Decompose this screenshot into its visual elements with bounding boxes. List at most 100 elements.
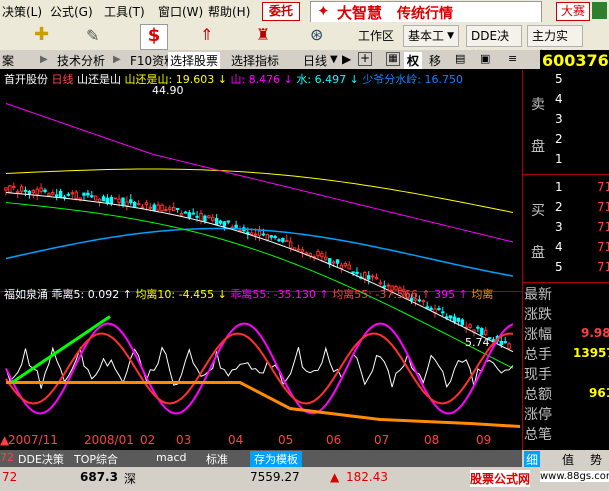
- ruler-icon[interactable]: ✎: [86, 26, 99, 45]
- tab-value[interactable]: 值: [562, 451, 574, 468]
- trust-button[interactable]: 委托: [262, 2, 300, 21]
- x-tick: 04: [228, 433, 243, 447]
- candle-body: [59, 191, 61, 197]
- tab-pick-indicator[interactable]: 选择指标: [231, 52, 279, 69]
- up-arrow-icon: ↑: [123, 288, 132, 301]
- candle-body: [102, 197, 104, 201]
- tab-trend[interactable]: 势: [590, 451, 602, 468]
- candle-body: [141, 207, 143, 208]
- tab-tech-analysis[interactable]: 技术分析: [57, 52, 105, 69]
- contest-button[interactable]: 大赛: [556, 2, 590, 21]
- shui-value: 6.497: [315, 73, 347, 86]
- candle-body: [426, 307, 428, 308]
- candle-body: [114, 198, 116, 199]
- quote-value: 71: [597, 200, 609, 214]
- candle-body: [188, 213, 190, 218]
- candle-body: [200, 213, 202, 220]
- total-vol-value: 13957: [573, 346, 609, 360]
- window-icon[interactable]: ▣: [480, 52, 490, 65]
- tab-save-template[interactable]: 存为模板: [250, 451, 302, 467]
- candle-body: [91, 196, 93, 197]
- candle-body: [481, 329, 483, 335]
- tab-dde[interactable]: DDE决策: [18, 451, 64, 467]
- list-icon[interactable]: ≡: [508, 52, 517, 65]
- tab-move[interactable]: 移: [429, 52, 441, 69]
- candle-body: [79, 198, 81, 199]
- menu-item-formula[interactable]: 公式(G): [50, 3, 93, 20]
- dde-button[interactable]: DDE决策: [466, 25, 522, 47]
- chart-up-icon[interactable]: ⇑: [200, 25, 213, 44]
- menu-item-tools[interactable]: 工具(T): [104, 3, 145, 20]
- up-triangle-icon: ▲: [330, 470, 339, 484]
- x-tick: 09: [476, 433, 491, 447]
- menu-item-window[interactable]: 窗口(W): [158, 3, 203, 20]
- low-annotation: 5.74: [465, 336, 490, 349]
- dropdown-icon[interactable]: ▼: [330, 54, 338, 65]
- tab-detail[interactable]: 细: [524, 451, 540, 468]
- candle-body: [329, 259, 331, 264]
- candle-body: [56, 195, 58, 196]
- menu-item-help[interactable]: 帮助(H): [208, 3, 250, 20]
- grid-icon[interactable]: ▤: [455, 52, 465, 65]
- candle-body: [227, 221, 229, 222]
- tab-pick-stock[interactable]: 选择股票: [168, 52, 220, 69]
- tab-quan[interactable]: 权: [404, 52, 422, 69]
- jun-label: 均离: [471, 288, 493, 301]
- candle-body: [87, 193, 89, 195]
- candle-body: [492, 340, 494, 341]
- candle-body: [204, 216, 206, 221]
- level-num: 1: [555, 180, 563, 194]
- candle-body: [44, 190, 46, 191]
- candle-body: [36, 189, 38, 194]
- x-tick: 02: [140, 433, 155, 447]
- candle-body: [442, 312, 444, 313]
- green-flag-icon[interactable]: [592, 2, 607, 19]
- crosshair-icon[interactable]: ✚: [34, 24, 49, 45]
- info-icon[interactable]: ▶: [342, 52, 351, 66]
- binoculars-icon[interactable]: ⊛: [310, 25, 323, 44]
- candle-body: [340, 265, 342, 268]
- menu-item-decision[interactable]: 决策(L): [2, 3, 42, 20]
- tab-daily[interactable]: 日线: [303, 52, 327, 69]
- candle-body: [317, 251, 319, 255]
- candle-body: [254, 234, 256, 235]
- plus-icon[interactable]: +: [358, 52, 372, 66]
- candle-body: [67, 194, 69, 195]
- candle-body: [40, 188, 42, 191]
- site-url: www.88gs.com: [540, 471, 609, 482]
- candle-body: [223, 222, 225, 226]
- shan-value: 8.476: [249, 73, 281, 86]
- candle-body: [5, 188, 7, 190]
- candle-body: [118, 199, 120, 202]
- candle-body: [325, 257, 327, 260]
- candle-body: [297, 249, 299, 250]
- high-annotation: 44.90: [152, 84, 184, 97]
- candle-body: [336, 260, 338, 263]
- candle-body: [500, 341, 502, 344]
- tab-left[interactable]: 案: [2, 52, 14, 69]
- lock-icon[interactable]: ▦: [386, 52, 400, 66]
- count-value: 395: [434, 288, 455, 301]
- main-realtime-button[interactable]: 主力实时: [527, 25, 583, 47]
- kline-chart[interactable]: [0, 70, 522, 450]
- main-chart-title: 首开股份 日线 山还是山 山还是山: 19.603 ↓ 山: 8.476 ↓ 水…: [4, 71, 463, 87]
- tab-standard[interactable]: 标准: [206, 451, 228, 467]
- tab-top[interactable]: TOP综合: [74, 451, 118, 467]
- up-arrow-icon: ↑: [459, 288, 468, 301]
- candle-body: [32, 191, 34, 193]
- sell-label: 卖: [531, 94, 545, 114]
- candle-body: [28, 191, 30, 193]
- candle-body: [364, 272, 366, 278]
- pin-icon[interactable]: ♜: [256, 25, 270, 44]
- down-arrow-icon: ↓: [350, 73, 359, 86]
- basic-select[interactable]: 基本工 ▼: [403, 25, 459, 47]
- up-arrow-icon: ↑: [421, 288, 430, 301]
- brand-banner: ✦ 大智慧 传统行情: [310, 1, 542, 23]
- dollar-icon[interactable]: $: [140, 24, 168, 50]
- index-value: 7559.27: [250, 470, 300, 484]
- candle-body: [98, 199, 100, 202]
- status-value: 72: [0, 451, 14, 464]
- tab-macd[interactable]: macd: [156, 451, 187, 464]
- j55-label: 均离55:: [332, 288, 372, 301]
- candle-body: [457, 318, 459, 321]
